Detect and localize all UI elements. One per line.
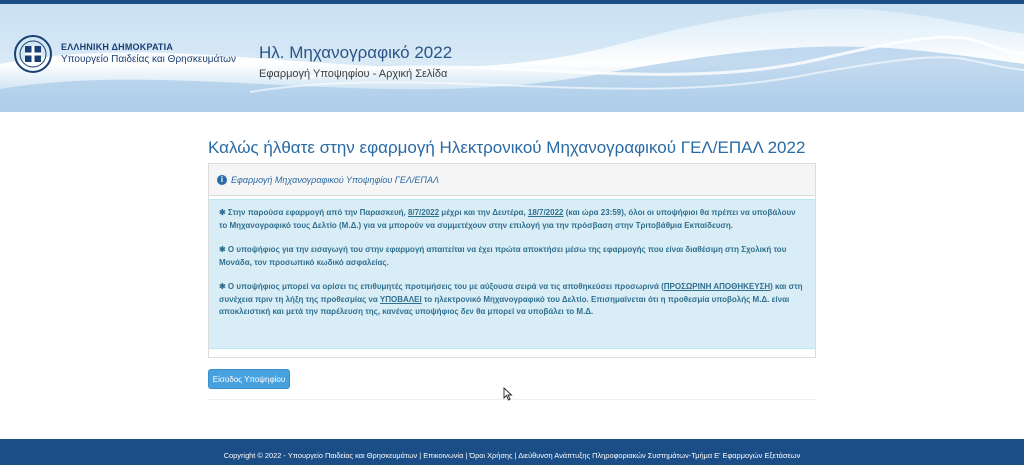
panel-title: Εφαρμογή Μηχανογραφικού Υποψηφίου ΓΕΛ/ΕΠ…	[231, 174, 439, 185]
site-header: ΕΛΛΗΝΙΚΗ ΔΗΜΟΚΡΑΤΙΑ Υπουργείο Παιδείας κ…	[0, 4, 1024, 112]
page-title: Καλώς ήλθατε στην εφαρμογή Ηλεκτρονικού …	[208, 138, 806, 157]
submit-text: ΥΠΟΒΑΛΕΙ	[379, 294, 422, 304]
info-panel: i Εφαρμογή Μηχανογραφικού Υποψηφίου ΓΕΛ/…	[208, 163, 816, 358]
temporary-save-text: ΠΡΟΣΩΡΙΝΗ ΑΠΟΘΗΚΕΥΣΗ	[663, 282, 771, 291]
site-footer: Copyright © 2022 - Υπουργείο Παιδείας κα…	[0, 439, 1024, 465]
asterisk-icon: ✱	[219, 208, 226, 217]
paragraph-submission: ✱ Ο υποψήφιος μπορεί να ορίσει τις επιθυ…	[219, 282, 803, 316]
panel-heading: i Εφαρμογή Μηχανογραφικού Υποψηφίου ΓΕΛ/…	[209, 164, 815, 196]
app-subtitle: Εφαρμογή Υποψηφίου - Αρχική Σελίδα	[259, 68, 448, 80]
asterisk-icon: ✱	[219, 282, 226, 291]
paragraph-deadline: ✱ Στην παρούσα εφαρμογή από την Παρασκευ…	[219, 208, 796, 230]
asterisk-icon: ✱	[219, 245, 226, 254]
end-date: 18/7/2022	[527, 208, 564, 217]
info-alert: ✱ Στην παρούσα εφαρμογή από την Παρασκευ…	[209, 199, 815, 349]
start-date: 8/7/2022	[407, 208, 440, 217]
gov-line-1: ΕΛΛΗΝΙΚΗ ΔΗΜΟΚΡΑΤΙΑ	[61, 42, 174, 52]
footer-text: Copyright © 2022 - Υπουργείο Παιδείας κα…	[223, 451, 801, 460]
greek-republic-seal-icon	[14, 35, 52, 73]
government-name: ΕΛΛΗΝΙΚΗ ΔΗΜΟΚΡΑΤΙΑ Υπουργείο Παιδείας κ…	[61, 42, 236, 65]
app-title: Ηλ. Μηχανογραφικό 2022	[259, 43, 453, 62]
candidate-login-button[interactable]: Είσοδος Υποψηφίου	[208, 369, 290, 389]
paragraph-security-code: ✱ Ο υποψήφιος για την εισαγωγή του στην …	[219, 245, 787, 267]
gov-line-2: Υπουργείο Παιδείας και Θρησκευμάτων	[61, 54, 236, 65]
info-icon: i	[217, 174, 227, 185]
mouse-cursor-icon	[503, 387, 513, 401]
